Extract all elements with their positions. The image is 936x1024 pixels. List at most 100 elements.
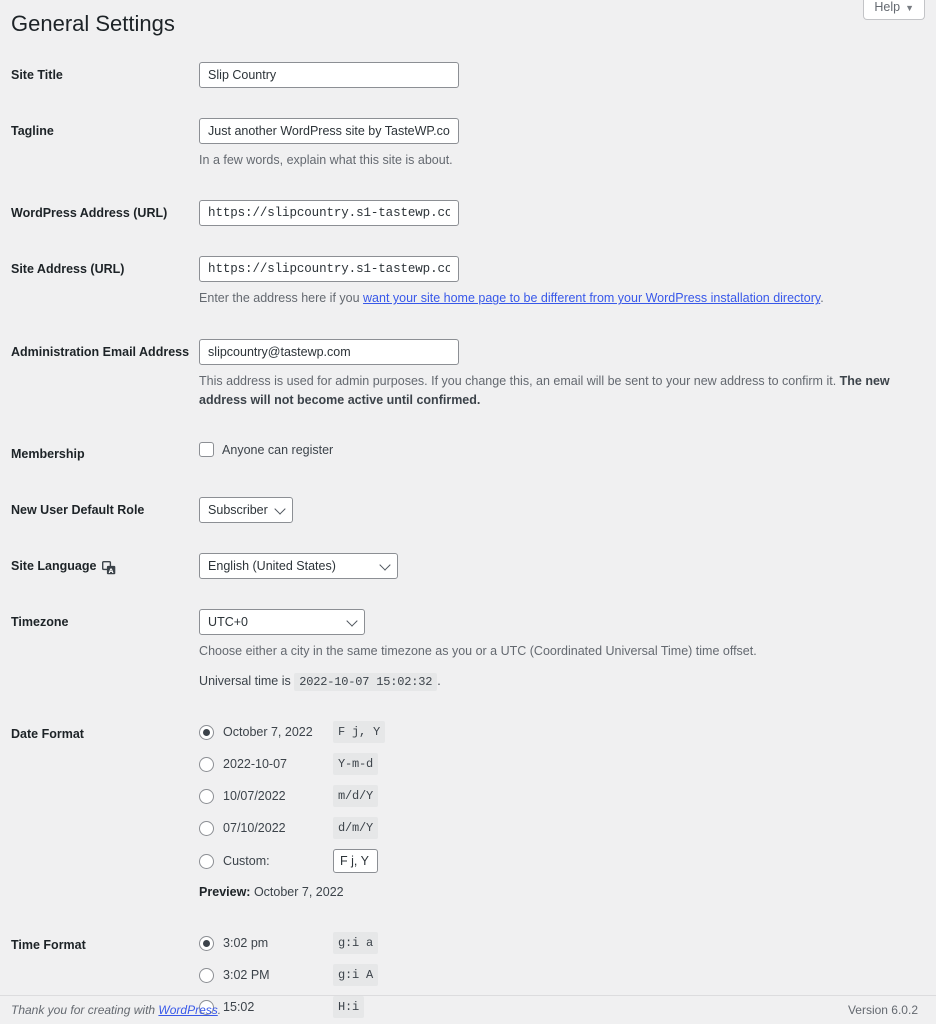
site-title-input[interactable]	[199, 61, 460, 88]
help-tab-button[interactable]: Help ▼	[863, 0, 925, 20]
chevron-down-icon	[274, 503, 286, 515]
label-tagline: Tagline	[11, 123, 54, 138]
date-format-custom-radio[interactable]	[199, 853, 215, 869]
time-format-radio[interactable]	[199, 967, 215, 983]
universal-time-prefix: Universal time is	[199, 673, 295, 688]
wordpress-link[interactable]: WordPress	[158, 1003, 217, 1017]
cell-date-format: October 7, 2022 F j, Y 2022-10-07 Y-m-d …	[199, 706, 936, 917]
label-site-language: Site Language A	[0, 538, 199, 594]
chevron-down-icon	[379, 559, 391, 571]
time-format-display: 3:02 pm	[223, 935, 269, 950]
date-format-option[interactable]: 10/07/2022 m/d/Y	[199, 785, 926, 808]
label-site-title: Site Title	[11, 67, 63, 82]
chevron-down-icon	[346, 615, 358, 628]
row-site-language: Site Language A English (United States)	[0, 538, 936, 594]
site-address-desc-suffix: .	[820, 291, 824, 306]
universal-time-line: Universal time is 2022-10-07 15:02:32.	[199, 672, 926, 692]
new-user-role-value: Subscriber	[208, 502, 268, 517]
site-language-label-text: Site Language	[11, 559, 97, 574]
time-format-code: g:i A	[333, 964, 379, 987]
site-language-select[interactable]: English (United States)	[199, 553, 399, 580]
date-format-code: F j, Y	[333, 721, 386, 744]
cell-membership: Anyone can register	[199, 426, 936, 482]
date-format-radio[interactable]	[199, 820, 215, 836]
date-format-display: 2022-10-07	[223, 756, 287, 771]
admin-email-description: This address is used for admin purposes.…	[199, 372, 926, 411]
cell-wordpress-address	[199, 185, 936, 241]
new-user-role-select[interactable]: Subscriber	[199, 496, 294, 523]
admin-footer: Thank you for creating with WordPress. V…	[0, 995, 936, 1024]
translation-icon: A	[102, 561, 116, 575]
anyone-can-register-label: Anyone can register	[222, 442, 334, 457]
site-address-desc-link[interactable]: want your site home page to be different…	[363, 291, 820, 305]
date-format-display: October 7, 2022	[223, 724, 313, 739]
row-timezone: Timezone UTC+0 Choose either a city in t…	[0, 594, 936, 706]
help-tab-label: Help	[874, 0, 901, 14]
admin-email-desc-normal: This address is used for admin purposes.…	[199, 373, 840, 388]
cell-site-language: English (United States)	[199, 538, 936, 594]
general-settings-page: Help ▼ General Settings Site Title Tagli…	[0, 0, 936, 1024]
time-format-option[interactable]: 3:02 PM g:i A	[199, 964, 926, 987]
row-date-format: Date Format October 7, 2022 F j, Y 2022-…	[0, 706, 936, 917]
page-title: General Settings	[11, 11, 175, 36]
row-membership: Membership Anyone can register	[0, 426, 936, 482]
label-admin-email: Administration Email Address	[11, 344, 190, 359]
membership-checkbox-row[interactable]: Anyone can register	[199, 441, 926, 460]
timezone-value: UTC+0	[208, 615, 248, 630]
cell-site-address: Enter the address here if you want your …	[199, 241, 936, 323]
tagline-input[interactable]	[199, 117, 460, 144]
date-format-preview-label: Preview:	[199, 885, 251, 900]
date-format-radio[interactable]	[199, 756, 215, 772]
date-format-code: d/m/Y	[333, 817, 379, 840]
footer-version: Version 6.0.2	[847, 1003, 918, 1017]
anyone-can-register-checkbox[interactable]	[199, 442, 215, 458]
row-new-user-role: New User Default Role Subscriber	[0, 482, 936, 538]
date-format-display: 07/10/2022	[223, 820, 286, 835]
site-address-desc-prefix: Enter the address here if you	[199, 291, 364, 306]
date-format-code: Y-m-d	[333, 753, 379, 776]
cell-tagline: In a few words, explain what this site i…	[199, 103, 936, 185]
general-settings-form: Site Title Tagline In a few words, expla…	[0, 47, 936, 1024]
cell-admin-email: This address is used for admin purposes.…	[199, 324, 936, 426]
row-site-address: Site Address (URL) Enter the address her…	[0, 241, 936, 323]
label-timezone: Timezone	[11, 615, 69, 630]
date-format-custom-input[interactable]	[333, 849, 379, 874]
date-format-radio[interactable]	[199, 724, 215, 740]
chevron-down-icon: ▼	[905, 2, 914, 13]
date-format-code: m/d/Y	[333, 785, 379, 808]
svg-text:A: A	[109, 568, 114, 575]
site-language-value: English (United States)	[208, 559, 336, 574]
row-wordpress-address: WordPress Address (URL)	[0, 185, 936, 241]
footer-thanks: Thank you for creating with WordPress.	[11, 1003, 221, 1017]
row-tagline: Tagline In a few words, explain what thi…	[0, 103, 936, 185]
label-date-format: Date Format	[11, 727, 84, 742]
site-address-input[interactable]	[199, 256, 460, 283]
time-format-radio[interactable]	[199, 935, 215, 951]
footer-thanks-suffix: .	[217, 1003, 222, 1017]
row-admin-email: Administration Email Address This addres…	[0, 324, 936, 426]
time-format-option[interactable]: 3:02 pm g:i a	[199, 932, 926, 955]
label-wordpress-address: WordPress Address (URL)	[11, 206, 168, 221]
timezone-description: Choose either a city in the same timezon…	[199, 644, 757, 659]
footer-thanks-prefix: Thank you for creating with	[11, 1003, 159, 1017]
cell-new-user-role: Subscriber	[199, 482, 936, 538]
date-format-option[interactable]: 2022-10-07 Y-m-d	[199, 753, 926, 776]
date-format-custom-label: Custom:	[223, 853, 270, 868]
date-format-preview: Preview: October 7, 2022	[199, 883, 926, 902]
label-new-user-role: New User Default Role	[11, 502, 145, 517]
date-format-radio[interactable]	[199, 788, 215, 804]
date-format-option[interactable]: 07/10/2022 d/m/Y	[199, 817, 926, 840]
timezone-select[interactable]: UTC+0	[199, 609, 366, 636]
date-format-display: 10/07/2022	[223, 788, 286, 803]
admin-email-input[interactable]	[199, 338, 460, 365]
label-site-address: Site Address (URL)	[11, 262, 125, 277]
tagline-description: In a few words, explain what this site i…	[199, 152, 453, 167]
row-site-title: Site Title	[0, 47, 936, 103]
date-format-custom-option[interactable]: Custom:	[199, 849, 926, 874]
date-format-option[interactable]: October 7, 2022 F j, Y	[199, 721, 926, 744]
time-format-code: g:i a	[333, 932, 379, 955]
universal-time-value: 2022-10-07 15:02:32	[294, 672, 438, 691]
wordpress-address-input[interactable]	[199, 200, 460, 227]
site-address-description: Enter the address here if you want your …	[199, 289, 926, 308]
time-format-display: 3:02 PM	[223, 967, 270, 982]
